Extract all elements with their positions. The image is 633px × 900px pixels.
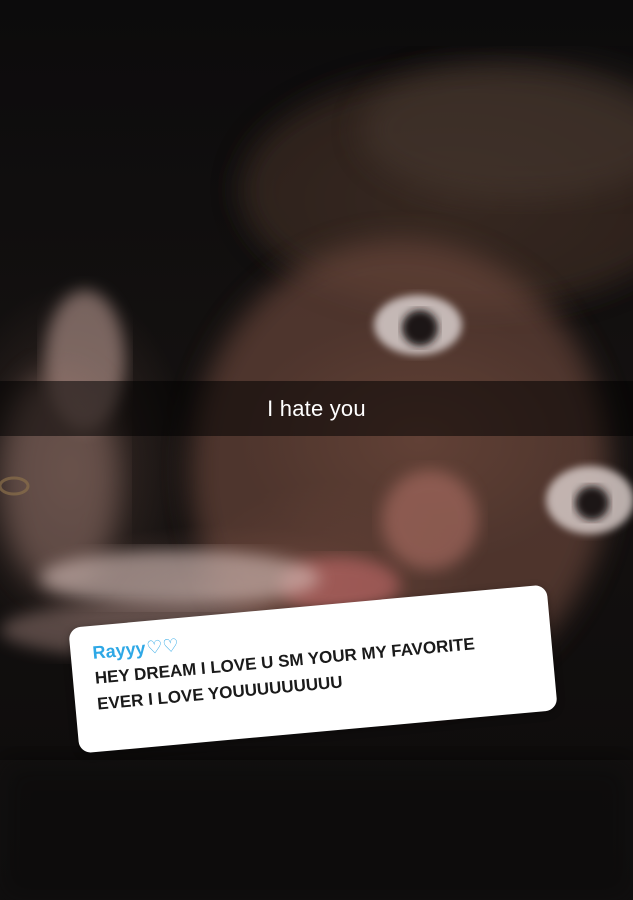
heart-icon: ♡♡	[145, 635, 180, 658]
snap-screen: I hate you Rayyy ♡♡ HEY DREAM I LOVE U SM…	[0, 0, 633, 900]
caption-text: I hate you	[267, 395, 366, 421]
selfie-photo	[0, 0, 633, 900]
asker-name: Rayyy	[91, 638, 147, 663]
caption-bar: I hate you	[0, 381, 633, 436]
